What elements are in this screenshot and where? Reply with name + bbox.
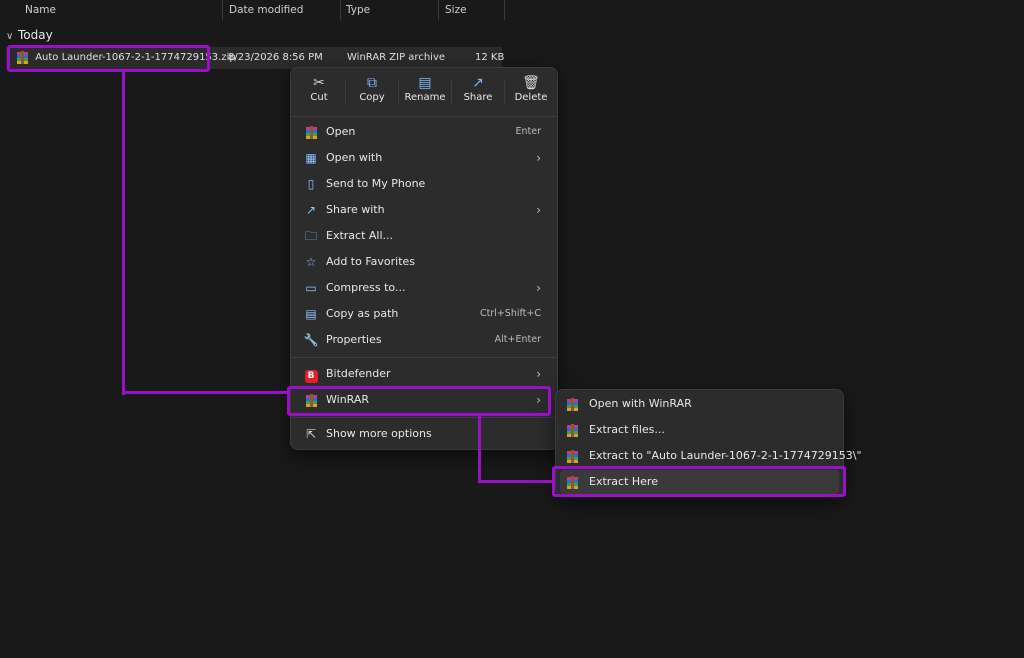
menu-divider bbox=[291, 357, 557, 358]
menu-item-add-to-favorites[interactable]: ☆ Add to Favorites bbox=[295, 249, 553, 275]
chevron-right-icon: › bbox=[536, 367, 541, 381]
file-size: 12 KB bbox=[475, 52, 505, 63]
sort-caret-icon: ^ bbox=[116, 0, 124, 5]
chevron-right-icon: › bbox=[536, 151, 541, 165]
highlight-box-extract-here bbox=[552, 466, 846, 497]
menu-item-shortcut: Alt+Enter bbox=[494, 334, 541, 345]
cut-button[interactable]: ✂ Cut bbox=[293, 74, 345, 112]
column-divider[interactable] bbox=[222, 0, 223, 20]
wrench-icon: 🔧 bbox=[303, 333, 319, 347]
menu-item-label: Bitdefender bbox=[326, 367, 391, 380]
chevron-down-icon: ∨ bbox=[6, 31, 14, 42]
chevron-right-icon: › bbox=[536, 281, 541, 295]
menu-item-properties[interactable]: 🔧 Properties Alt+Enter bbox=[295, 327, 553, 353]
share-icon: ↗ bbox=[472, 75, 484, 91]
compress-folder-icon: ▭ bbox=[305, 281, 317, 295]
menu-item-shortcut: Ctrl+Shift+C bbox=[479, 308, 541, 319]
menu-item-label: Show more options bbox=[326, 427, 432, 440]
column-header-type[interactable]: Type bbox=[346, 0, 370, 20]
menu-item-bitdefender[interactable]: B Bitdefender › bbox=[295, 361, 553, 387]
menu-item-label: Copy as path bbox=[326, 307, 399, 320]
highlight-box-winrar bbox=[287, 386, 551, 416]
menu-item-label: Extract All... bbox=[326, 229, 394, 242]
scissors-icon: ✂ bbox=[313, 75, 325, 91]
cut-label: Cut bbox=[310, 92, 328, 103]
phone-icon: ▯ bbox=[307, 177, 315, 191]
connector-line bbox=[478, 480, 553, 483]
menu-item-label: Open with bbox=[326, 151, 383, 164]
bitdefender-icon: B bbox=[303, 361, 319, 387]
rename-button[interactable]: ▤ Rename bbox=[399, 74, 451, 112]
highlight-box-file bbox=[7, 45, 210, 72]
copy-icon: ⧉ bbox=[367, 75, 377, 91]
connector-line bbox=[122, 71, 125, 395]
column-divider[interactable] bbox=[438, 0, 439, 20]
file-date-modified: 8/23/2026 8:56 PM bbox=[228, 52, 323, 63]
copy-path-icon: ▤ bbox=[305, 307, 317, 321]
menu-item-label: Compress to... bbox=[326, 281, 406, 294]
rename-icon: ▤ bbox=[418, 75, 432, 91]
winrar-icon bbox=[566, 444, 579, 468]
extract-folder-icon: 🗀 bbox=[304, 229, 317, 243]
winrar-icon bbox=[566, 418, 579, 442]
submenu-item-label: Extract files... bbox=[589, 423, 665, 436]
menu-item-label: Properties bbox=[326, 333, 382, 346]
column-header-date-modified[interactable]: Date modified bbox=[229, 0, 303, 20]
menu-item-copy-as-path[interactable]: ▤ Copy as path Ctrl+Shift+C bbox=[295, 301, 553, 327]
menu-item-label: Open bbox=[326, 125, 356, 138]
submenu-item-label: Extract to "Auto Launder-1067-2-1-177472… bbox=[589, 449, 862, 462]
menu-item-label: Share with bbox=[326, 203, 385, 216]
show-more-icon: ⇱ bbox=[305, 427, 317, 441]
menu-item-show-more-options[interactable]: ⇱ Show more options bbox=[295, 421, 553, 447]
copy-label: Copy bbox=[359, 92, 385, 103]
connector-line bbox=[122, 391, 289, 394]
menu-item-open-with[interactable]: ▦ Open with › bbox=[295, 145, 553, 171]
file-type: WinRAR ZIP archive bbox=[347, 52, 446, 63]
submenu-item-open-with-winrar[interactable]: Open with WinRAR bbox=[560, 392, 839, 416]
chevron-right-icon: › bbox=[536, 203, 541, 217]
context-menu-toolbar: ✂ Cut ⧉ Copy ▤ Rename ↗ Share 🗑 Delete bbox=[291, 68, 557, 117]
share-button[interactable]: ↗ Share bbox=[452, 74, 504, 112]
menu-divider bbox=[291, 417, 557, 418]
menu-item-label: Add to Favorites bbox=[326, 255, 416, 268]
submenu-item-label: Open with WinRAR bbox=[589, 397, 692, 410]
menu-item-share-with[interactable]: ↗ Share with › bbox=[295, 197, 553, 223]
menu-item-compress-to[interactable]: ▭ Compress to... › bbox=[295, 275, 553, 301]
share-label: Share bbox=[463, 92, 493, 103]
menu-item-label: Send to My Phone bbox=[326, 177, 426, 190]
menu-item-extract-all[interactable]: 🗀 Extract All... bbox=[295, 223, 553, 249]
menu-item-send-to-my-phone[interactable]: ▯ Send to My Phone bbox=[295, 171, 553, 197]
column-divider[interactable] bbox=[340, 0, 341, 20]
menu-item-shortcut: Enter bbox=[515, 126, 542, 137]
delete-label: Delete bbox=[514, 92, 548, 103]
connector-line bbox=[478, 415, 481, 483]
column-divider[interactable] bbox=[504, 0, 505, 20]
delete-button[interactable]: 🗑 Delete bbox=[505, 74, 557, 112]
submenu-item-extract-to-folder[interactable]: Extract to "Auto Launder-1067-2-1-177472… bbox=[560, 444, 862, 468]
column-header-name[interactable]: Name bbox=[25, 0, 56, 20]
rename-label: Rename bbox=[404, 92, 446, 103]
trash-icon: 🗑 bbox=[522, 75, 540, 91]
group-label: Today bbox=[18, 28, 53, 42]
share-icon: ↗ bbox=[305, 203, 317, 217]
menu-item-open[interactable]: Open Enter bbox=[295, 119, 553, 145]
winrar-icon bbox=[566, 392, 579, 416]
submenu-item-extract-files[interactable]: Extract files... bbox=[560, 418, 839, 442]
winrar-archive-icon bbox=[303, 119, 319, 145]
column-header-size[interactable]: Size bbox=[445, 0, 467, 20]
group-header-today[interactable]: ∨ Today bbox=[6, 28, 53, 42]
copy-button[interactable]: ⧉ Copy bbox=[346, 74, 398, 112]
star-icon: ☆ bbox=[305, 255, 317, 269]
open-with-icon: ▦ bbox=[305, 151, 317, 165]
